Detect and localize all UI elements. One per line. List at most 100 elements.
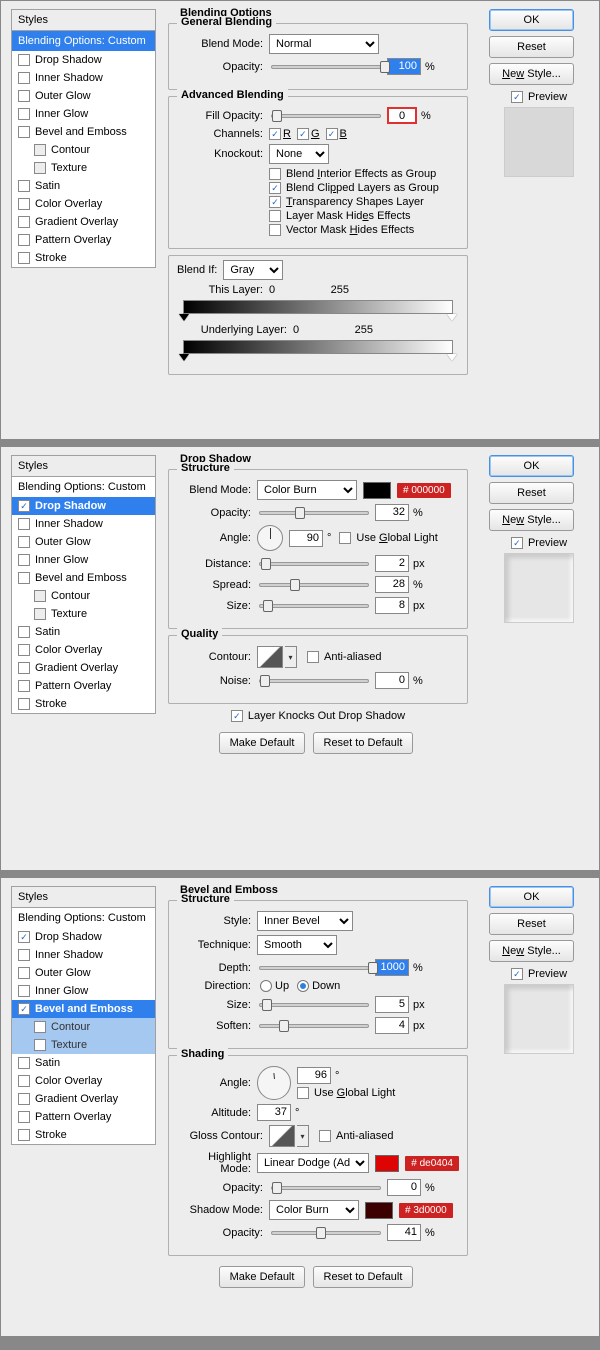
checkbox-icon[interactable] <box>18 662 30 674</box>
checkbox-icon[interactable] <box>18 680 30 692</box>
direction-down-radio[interactable] <box>297 980 309 992</box>
depth-input[interactable]: 1000 <box>375 959 409 976</box>
opacity-slider[interactable] <box>271 65 381 69</box>
size-slider[interactable] <box>259 604 369 608</box>
checkbox-icon[interactable] <box>18 554 30 566</box>
antialias-checkbox[interactable] <box>319 1130 331 1142</box>
new-style-button[interactable]: New Style... <box>489 940 574 962</box>
shadow-opacity-input[interactable]: 41 <box>387 1224 421 1241</box>
styles-row[interactable]: Outer Glow <box>12 964 155 982</box>
styles-row[interactable]: Inner Glow <box>12 982 155 1000</box>
checkbox-icon[interactable] <box>34 162 46 174</box>
styles-row[interactable]: Outer Glow <box>12 533 155 551</box>
highlight-opacity-slider[interactable] <box>271 1186 381 1190</box>
soften-slider[interactable] <box>259 1024 369 1028</box>
checkbox-icon[interactable] <box>18 1003 30 1015</box>
checkbox-icon[interactable] <box>34 144 46 156</box>
checkbox-icon[interactable] <box>18 234 30 246</box>
checkbox-icon[interactable] <box>18 518 30 530</box>
styles-row[interactable]: Bevel and Emboss <box>12 123 155 141</box>
checkbox-icon[interactable] <box>18 180 30 192</box>
styles-row[interactable]: Color Overlay <box>12 195 155 213</box>
styles-row[interactable]: Satin <box>12 623 155 641</box>
checkbox-icon[interactable] <box>18 500 30 512</box>
reset-button[interactable]: Reset <box>489 913 574 935</box>
opacity-input[interactable]: 32 <box>375 504 409 521</box>
highlight-opacity-input[interactable]: 0 <box>387 1179 421 1196</box>
color-swatch[interactable] <box>363 482 391 499</box>
styles-row[interactable]: Pattern Overlay <box>12 677 155 695</box>
styles-row[interactable]: Stroke <box>12 695 155 713</box>
highlight-mode-select[interactable]: Linear Dodge (Add) <box>257 1153 369 1173</box>
styles-row[interactable]: Texture <box>12 159 155 177</box>
distance-slider[interactable] <box>259 562 369 566</box>
styles-row[interactable]: Inner Glow <box>12 105 155 123</box>
blend-mode-select[interactable]: Color Burn <box>257 480 357 500</box>
ok-button[interactable]: OK <box>489 886 574 908</box>
depth-slider[interactable] <box>259 966 369 970</box>
ok-button[interactable]: OK <box>489 455 574 477</box>
reset-button[interactable]: Reset <box>489 482 574 504</box>
styles-row[interactable]: Inner Shadow <box>12 69 155 87</box>
reset-button[interactable]: Reset <box>489 36 574 58</box>
technique-select[interactable]: Smooth <box>257 935 337 955</box>
styles-row[interactable]: Texture <box>12 1036 155 1054</box>
styles-row[interactable]: Contour <box>12 141 155 159</box>
styles-row[interactable]: Pattern Overlay <box>12 231 155 249</box>
checkbox-icon[interactable] <box>18 967 30 979</box>
styles-row[interactable]: Bevel and Emboss <box>12 1000 155 1018</box>
new-style-button[interactable]: New Style... <box>489 63 574 85</box>
reset-default-button[interactable]: Reset to Default <box>313 732 414 754</box>
styles-row[interactable]: Satin <box>12 177 155 195</box>
checkbox-icon[interactable] <box>18 1129 30 1141</box>
noise-input[interactable]: 0 <box>375 672 409 689</box>
option-checkbox[interactable] <box>269 210 281 222</box>
checkbox-icon[interactable] <box>18 54 30 66</box>
preview-checkbox[interactable] <box>511 91 523 103</box>
angle-dial[interactable] <box>257 1066 291 1100</box>
gloss-contour-dropdown[interactable]: ▾ <box>297 1125 309 1147</box>
checkbox-icon[interactable] <box>18 536 30 548</box>
opacity-input[interactable]: 100 <box>387 58 421 75</box>
styles-row[interactable]: Outer Glow <box>12 87 155 105</box>
styles-row-blending-options[interactable]: Blending Options: Custom <box>12 908 155 928</box>
checkbox-icon[interactable] <box>18 126 30 138</box>
styles-row[interactable]: Drop Shadow <box>12 928 155 946</box>
blend-if-select[interactable]: Gray <box>223 260 283 280</box>
reset-default-button[interactable]: Reset to Default <box>313 1266 414 1288</box>
contour-swatch[interactable] <box>257 646 283 668</box>
styles-row[interactable]: Stroke <box>12 249 155 267</box>
new-style-button[interactable]: New Style... <box>489 509 574 531</box>
direction-up-radio[interactable] <box>260 980 272 992</box>
spread-input[interactable]: 28 <box>375 576 409 593</box>
checkbox-icon[interactable] <box>18 1057 30 1069</box>
style-select[interactable]: Inner Bevel <box>257 911 353 931</box>
soften-input[interactable]: 4 <box>375 1017 409 1034</box>
distance-input[interactable]: 2 <box>375 555 409 572</box>
spread-slider[interactable] <box>259 583 369 587</box>
styles-row[interactable]: Color Overlay <box>12 641 155 659</box>
styles-row[interactable]: Drop Shadow <box>12 51 155 69</box>
contour-dropdown[interactable]: ▾ <box>285 646 297 668</box>
channel-r[interactable]: R <box>269 128 291 140</box>
checkbox-icon[interactable] <box>18 72 30 84</box>
checkbox-icon[interactable] <box>18 626 30 638</box>
checkbox-icon[interactable] <box>34 1039 46 1051</box>
size-slider[interactable] <box>259 1003 369 1007</box>
checkbox-icon[interactable] <box>18 216 30 228</box>
styles-row[interactable]: Texture <box>12 605 155 623</box>
underlying-gradient[interactable] <box>183 340 453 354</box>
highlight-color-swatch[interactable] <box>375 1155 399 1172</box>
shadow-mode-select[interactable]: Color Burn <box>269 1200 359 1220</box>
styles-row[interactable]: Drop Shadow <box>12 497 155 515</box>
styles-row[interactable]: Bevel and Emboss <box>12 569 155 587</box>
noise-slider[interactable] <box>259 679 369 683</box>
option-checkbox[interactable] <box>269 168 281 180</box>
checkbox-icon[interactable] <box>18 1075 30 1087</box>
checkbox-icon[interactable] <box>34 608 46 620</box>
use-global-light-checkbox[interactable] <box>339 532 351 544</box>
this-layer-gradient[interactable] <box>183 300 453 314</box>
channel-g[interactable]: G <box>297 128 320 140</box>
styles-row[interactable]: Contour <box>12 587 155 605</box>
antialias-checkbox[interactable] <box>307 651 319 663</box>
